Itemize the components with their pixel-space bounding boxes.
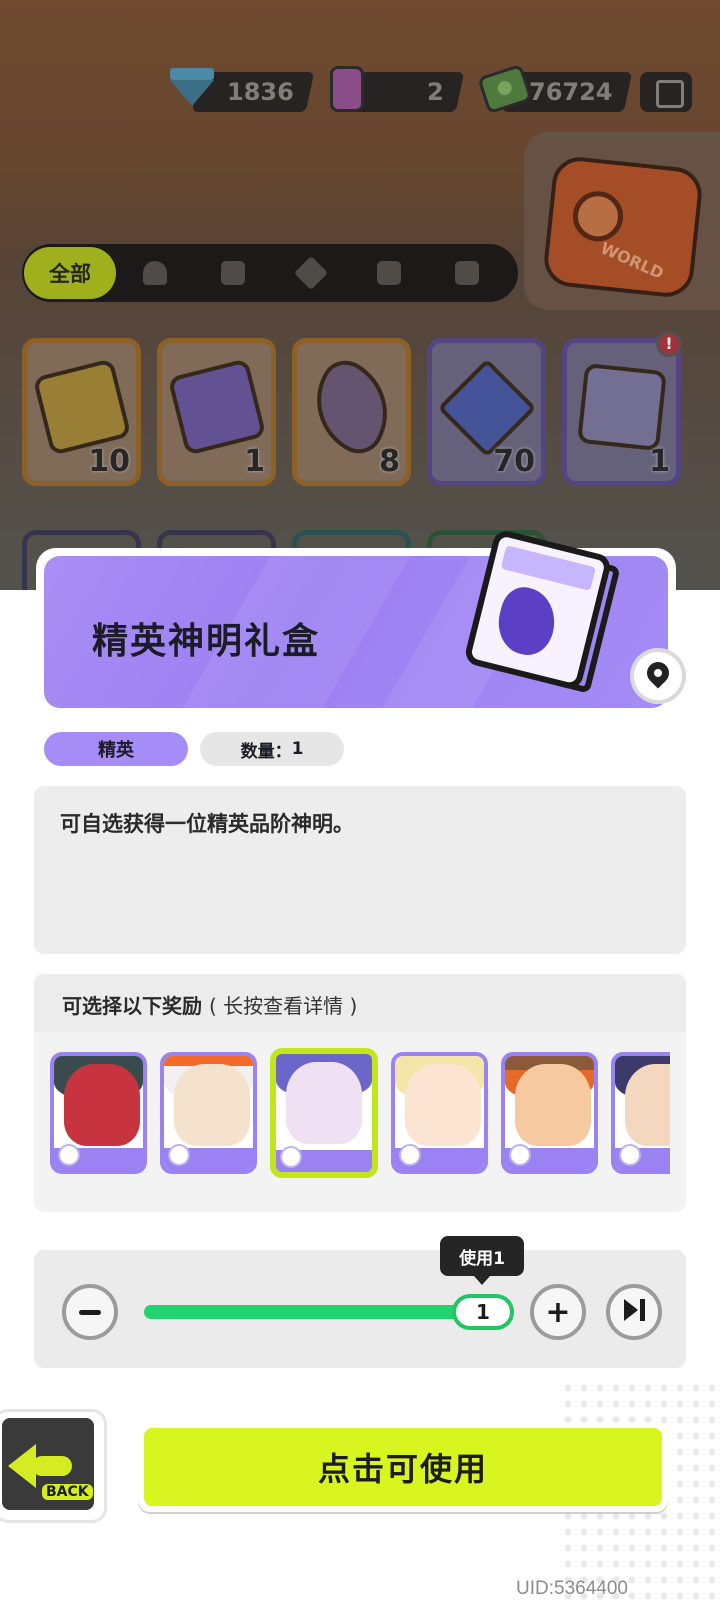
item-title: 精英神明礼盒 bbox=[92, 621, 321, 662]
back-label: BACK bbox=[42, 1484, 93, 1500]
use-count-tooltip: 使用1 bbox=[440, 1236, 524, 1285]
inventory-grid: 10 1 8 70 1 ! bbox=[22, 331, 682, 486]
use-item-label: 点击可使用 bbox=[144, 1428, 662, 1506]
gift-box-icon[interactable] bbox=[640, 72, 692, 112]
purple-ticket-icon bbox=[167, 358, 267, 456]
hero-portrait[interactable] bbox=[160, 1052, 257, 1174]
item-count: 70 bbox=[493, 444, 535, 479]
hero-avatar bbox=[405, 1064, 481, 1146]
gun-icon bbox=[399, 1144, 421, 1166]
spray-can-icon bbox=[330, 66, 364, 112]
location-pin-icon bbox=[642, 657, 674, 689]
tab-all[interactable]: 全部 bbox=[24, 247, 116, 299]
world-button[interactable] bbox=[524, 132, 720, 310]
hero-portrait[interactable] bbox=[50, 1052, 147, 1174]
item-description: 可自选获得一位精英品阶神明。 bbox=[34, 786, 686, 954]
hero-avatar bbox=[515, 1064, 591, 1146]
inventory-item[interactable]: 70 bbox=[427, 338, 546, 486]
alert-badge: ! bbox=[656, 331, 682, 357]
world-bag-icon bbox=[541, 154, 705, 300]
person-icon[interactable] bbox=[116, 244, 194, 302]
quantity-tag: 数量： 1 bbox=[200, 732, 344, 766]
staff-icon bbox=[619, 1144, 641, 1166]
item-count: 1 bbox=[649, 444, 670, 479]
rarity-tag: 精英 bbox=[44, 732, 188, 766]
hero-avatar bbox=[64, 1064, 140, 1146]
blue-star-icon bbox=[437, 358, 537, 458]
gun-icon bbox=[280, 1146, 302, 1168]
minus-icon bbox=[79, 1309, 101, 1315]
back-button[interactable]: BACK bbox=[0, 1412, 104, 1520]
hero-portrait[interactable] bbox=[391, 1052, 488, 1174]
background-inventory-screen: 1836 2 76724 全部 10 1 8 70 bbox=[0, 0, 720, 590]
spray-icon[interactable] bbox=[272, 244, 350, 302]
rainbow-star-icon bbox=[296, 351, 408, 463]
slider-knob[interactable]: 1 bbox=[452, 1294, 514, 1330]
user-id: UID:5364400 bbox=[516, 1578, 628, 1599]
cash-icon bbox=[477, 63, 533, 115]
reward-heading-text: 可选择以下奖励 bbox=[62, 994, 202, 1018]
filter-tab-bar: 全部 bbox=[22, 244, 518, 302]
max-button[interactable] bbox=[606, 1284, 662, 1340]
reward-hero-list[interactable] bbox=[50, 1048, 670, 1178]
card-icon[interactable] bbox=[350, 244, 428, 302]
book-icon[interactable] bbox=[428, 244, 506, 302]
inventory-item-selected[interactable]: 1 ! bbox=[562, 331, 682, 486]
reward-hint: ( 长按查看详情 ) bbox=[208, 994, 358, 1018]
plus-icon: + bbox=[545, 1294, 571, 1330]
inventory-item[interactable]: 10 bbox=[22, 338, 141, 486]
item-count: 1 bbox=[244, 444, 265, 479]
sword-icon bbox=[58, 1144, 80, 1166]
reward-panel: 可选择以下奖励 ( 长按查看详情 ) bbox=[34, 974, 686, 1212]
sword-icon bbox=[168, 1144, 190, 1166]
inventory-item[interactable]: 8 bbox=[292, 338, 411, 486]
hero-portrait[interactable] bbox=[611, 1052, 670, 1174]
elite-box-icon bbox=[577, 362, 667, 452]
hero-portrait-selected[interactable] bbox=[270, 1048, 378, 1178]
hero-avatar bbox=[174, 1064, 250, 1146]
box-icon[interactable] bbox=[194, 244, 272, 302]
quantity-label: 数量： bbox=[240, 741, 292, 762]
item-count: 10 bbox=[88, 444, 130, 479]
location-pin-button[interactable] bbox=[630, 648, 686, 704]
hero-avatar bbox=[286, 1062, 362, 1144]
diamond-icon bbox=[170, 68, 214, 106]
spray-counter: 2 bbox=[351, 72, 465, 112]
decrease-button[interactable] bbox=[62, 1284, 118, 1340]
increase-button[interactable]: + bbox=[530, 1284, 586, 1340]
reward-heading: 可选择以下奖励 ( 长按查看详情 ) bbox=[34, 974, 686, 1032]
item-count: 8 bbox=[379, 444, 400, 479]
skip-to-end-icon bbox=[623, 1299, 645, 1325]
gold-ticket-icon bbox=[32, 358, 132, 456]
hero-avatar bbox=[625, 1064, 670, 1146]
inventory-item[interactable]: 1 bbox=[157, 338, 276, 486]
quantity-value: 1 bbox=[291, 739, 304, 759]
hero-portrait[interactable] bbox=[501, 1052, 598, 1174]
use-item-button[interactable]: 点击可使用 bbox=[138, 1422, 668, 1512]
staff-icon bbox=[509, 1144, 531, 1166]
